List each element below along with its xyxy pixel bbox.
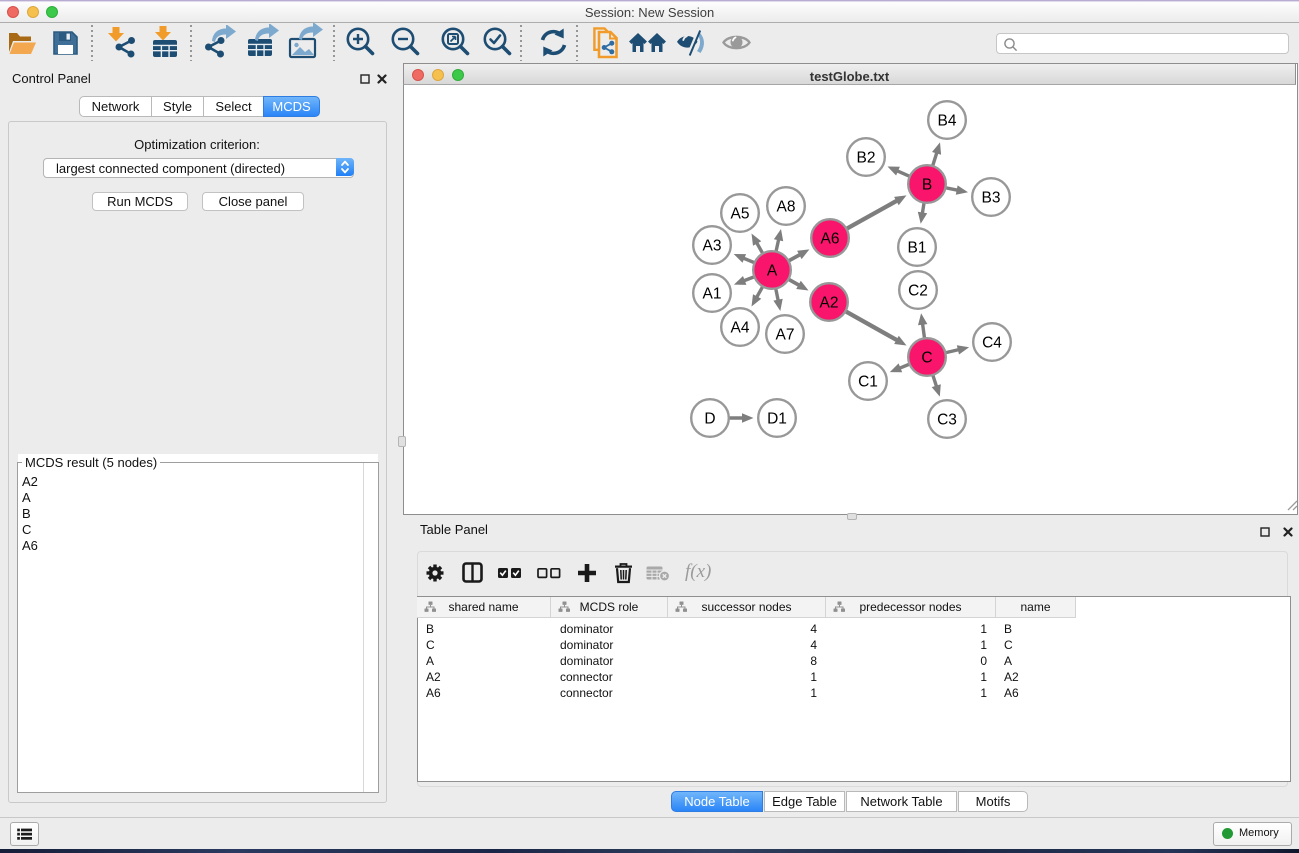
svg-text:C3: C3 [937, 411, 957, 428]
svg-text:A4: A4 [731, 319, 750, 336]
svg-text:C2: C2 [908, 282, 928, 299]
svg-text:D1: D1 [767, 410, 787, 427]
svg-text:A7: A7 [776, 326, 795, 343]
svg-text:B3: B3 [982, 189, 1001, 206]
svg-text:B4: B4 [938, 112, 957, 129]
svg-text:B2: B2 [857, 149, 876, 166]
svg-text:B1: B1 [908, 239, 927, 256]
svg-text:A8: A8 [777, 198, 796, 215]
svg-text:A2: A2 [820, 294, 839, 311]
svg-text:D: D [704, 410, 715, 427]
svg-text:C1: C1 [858, 373, 878, 390]
svg-text:A: A [767, 262, 778, 279]
svg-text:A3: A3 [703, 237, 722, 254]
svg-text:A1: A1 [703, 285, 722, 302]
svg-text:A6: A6 [821, 230, 840, 247]
svg-text:C: C [921, 349, 932, 366]
svg-text:C4: C4 [982, 334, 1002, 351]
svg-text:B: B [922, 176, 932, 193]
svg-text:A5: A5 [731, 205, 750, 222]
